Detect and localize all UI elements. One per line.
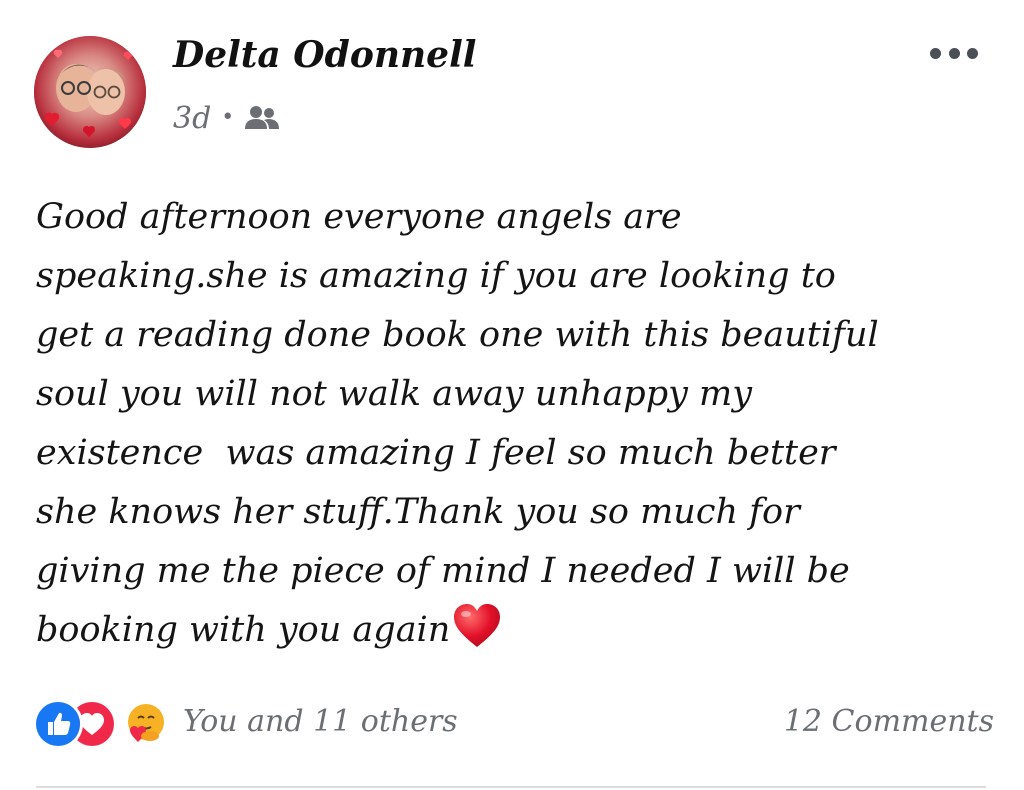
meta-separator: • (221, 105, 235, 130)
more-dot (967, 47, 978, 59)
comments-count[interactable]: 12 Comments (784, 704, 994, 739)
post-text: Good afternoon everyone angels are speak… (36, 188, 1006, 668)
more-dot (930, 47, 941, 59)
reaction-summary[interactable] (36, 702, 176, 746)
friends-icon (244, 105, 280, 131)
author-name[interactable]: Delta Odonnell (173, 34, 476, 76)
care-icon (124, 702, 168, 746)
divider (36, 786, 986, 788)
like-icon (36, 702, 80, 746)
post-meta: 3d • (173, 98, 280, 138)
post-footer: You and 11 others 12 Comments (0, 696, 1024, 752)
reactors-label[interactable]: You and 11 others (183, 704, 458, 739)
post-time[interactable]: 3d (173, 101, 211, 136)
more-dot (948, 47, 960, 59)
more-options-icon[interactable] (930, 42, 978, 64)
avatar[interactable] (34, 36, 146, 148)
post-header: Delta Odonnell 3d • (0, 0, 1024, 170)
post-body-text: Good afternoon everyone angels are speak… (36, 197, 879, 650)
red-heart-icon (452, 603, 502, 668)
